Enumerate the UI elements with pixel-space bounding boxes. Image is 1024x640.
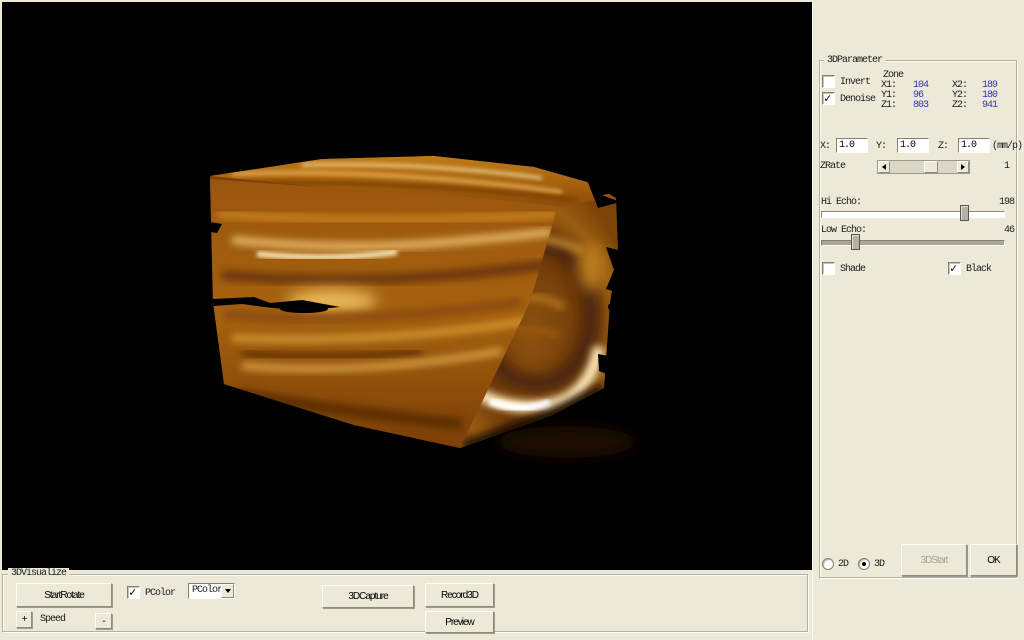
- ok-button[interactable]: OK: [970, 544, 1017, 576]
- black-label: Black: [966, 264, 991, 275]
- 3dcapture-button[interactable]: 3DCapture: [322, 585, 414, 608]
- scale-z-label: Z:: [938, 141, 948, 152]
- hi-echo-slider-thumb[interactable]: [960, 205, 969, 221]
- mode-3d-label: 3D: [874, 559, 884, 570]
- zone-z2-value: 941: [982, 100, 997, 111]
- speed-label: Speed: [40, 614, 65, 625]
- shade-label: Shade: [840, 264, 865, 275]
- app-window: 3DParameter Invert Denoise Zone X1: 104 …: [0, 0, 1024, 640]
- pcolor-checkbox[interactable]: [127, 586, 140, 599]
- preview-button[interactable]: Preview: [425, 611, 494, 633]
- zone-z1-value: 803: [913, 100, 928, 111]
- invert-label: Invert: [840, 77, 870, 88]
- shade-checkbox[interactable]: [822, 262, 835, 275]
- scale-x-input[interactable]: [836, 138, 868, 153]
- hi-echo-slider[interactable]: [821, 205, 1005, 221]
- zrate-value: 1: [1004, 161, 1009, 172]
- start-rotate-button[interactable]: StartRotate: [16, 583, 112, 607]
- scale-unit-label: (mm/p): [992, 141, 1022, 152]
- low-echo-slider-thumb[interactable]: [851, 234, 860, 250]
- denoise-checkbox[interactable]: [822, 92, 835, 105]
- hi-echo-slider-track[interactable]: [821, 211, 1005, 218]
- scale-x-label: X:: [820, 141, 830, 152]
- zone-z1-label: Z1:: [881, 100, 896, 111]
- volume-render-3d: [2, 2, 812, 570]
- scale-y-label: Y:: [876, 141, 886, 152]
- zrate-scrollbar-thumb[interactable]: [924, 161, 938, 173]
- scale-y-input[interactable]: [897, 138, 929, 153]
- mode-2d-radio[interactable]: [822, 558, 834, 570]
- speed-plus-button[interactable]: +: [16, 611, 32, 628]
- mode-2d-label: 2D: [838, 559, 848, 570]
- scroll-left-icon[interactable]: [878, 161, 890, 173]
- zrate-scrollbar[interactable]: [877, 160, 970, 174]
- parameter-group-title: 3DParameter: [824, 55, 885, 66]
- low-echo-slider-track[interactable]: [821, 240, 1005, 246]
- speed-minus-button[interactable]: -: [95, 613, 112, 629]
- pcolor-dropdown[interactable]: PColor: [188, 583, 235, 599]
- dropdown-arrow-icon[interactable]: [221, 584, 234, 598]
- zone-z2-label: Z2:: [952, 100, 967, 111]
- record3d-button[interactable]: Record3D: [425, 583, 494, 607]
- scroll-right-icon[interactable]: [957, 161, 969, 173]
- visualize-group-title: 3DVisualize: [8, 568, 69, 579]
- invert-checkbox[interactable]: [822, 75, 835, 88]
- pcolor-label: PColor: [145, 588, 175, 599]
- pcolor-dropdown-value: PColor: [192, 585, 222, 597]
- mode-3d-radio[interactable]: [858, 558, 870, 570]
- zrate-label: ZRate: [820, 161, 845, 172]
- low-echo-slider[interactable]: [821, 234, 1005, 250]
- 3dstart-button[interactable]: 3DStart: [901, 544, 967, 576]
- denoise-label: Denoise: [840, 94, 875, 105]
- scale-z-input[interactable]: [958, 138, 990, 153]
- 3d-viewport[interactable]: [2, 2, 812, 570]
- black-checkbox[interactable]: [948, 262, 961, 275]
